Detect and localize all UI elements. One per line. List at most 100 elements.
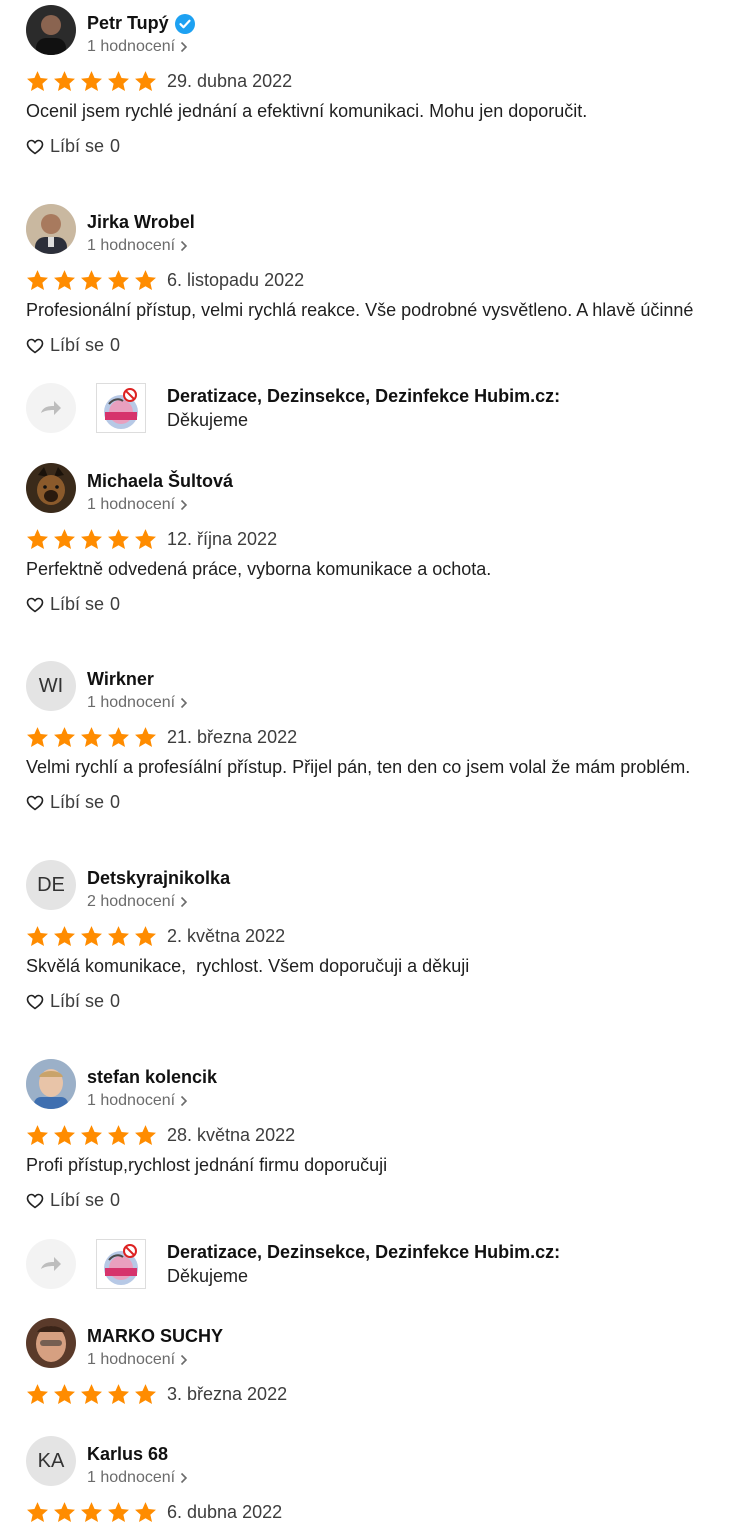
- heart-icon: [26, 338, 44, 353]
- avatar-initials[interactable]: WI: [26, 661, 76, 711]
- avatar[interactable]: [26, 5, 76, 55]
- review-date: 29. dubna 2022: [167, 70, 293, 91]
- reviewer-name[interactable]: Wirkner: [87, 669, 154, 690]
- review-count-text: 1 hodnocení: [87, 496, 176, 513]
- review-count-link[interactable]: 1 hodnocení: [87, 237, 188, 255]
- avatar-initials[interactable]: KA: [26, 1436, 76, 1486]
- avatar[interactable]: [26, 1059, 76, 1109]
- star-icon: [27, 925, 48, 946]
- avatar[interactable]: [26, 204, 76, 254]
- review-text: Profesionální přístup, velmi rychlá reak…: [26, 300, 694, 320]
- star-icon: [27, 70, 48, 91]
- like-label: Líbí se: [50, 594, 105, 614]
- like-button[interactable]: Líbí se 0: [26, 136, 120, 157]
- like-count: 0: [110, 1190, 121, 1210]
- star-icon: [81, 528, 102, 549]
- review-count-link[interactable]: 1 hodnocení: [87, 1351, 188, 1369]
- star-icon: [135, 1383, 156, 1404]
- like-button[interactable]: Líbí se 0: [26, 1190, 120, 1211]
- reviewer-name-text[interactable]: stefan kolencik: [87, 1067, 217, 1088]
- review-text: Profi přístup,rychlost jednání firmu dop…: [26, 1155, 388, 1175]
- like-button[interactable]: Líbí se 0: [26, 335, 120, 356]
- star-icon: [135, 269, 156, 290]
- star-icon: [27, 269, 48, 290]
- reviewer-name-text[interactable]: Karlus 68: [87, 1444, 168, 1465]
- review-text: Skvělá komunikace, rychlost. Všem doporu…: [26, 956, 470, 976]
- star-icon: [54, 528, 75, 549]
- reviewer-name[interactable]: MARKO SUCHY: [87, 1326, 223, 1347]
- avatar-initials-text: KA: [37, 1449, 65, 1472]
- star-icon: [135, 1124, 156, 1145]
- star-rating: [26, 70, 157, 93]
- review-text: Velmi rychlí a profesíální přístup. Přij…: [26, 757, 691, 777]
- rating: 6. dubna 2022: [26, 1498, 282, 1526]
- star-icon: [27, 1383, 48, 1404]
- review-count-text: 1 hodnocení: [87, 38, 176, 55]
- rating: 29. dubna 2022: [26, 67, 292, 95]
- reviewer-name-text[interactable]: Detskyrajnikolka: [87, 868, 230, 889]
- business-logo[interactable]: [96, 1239, 146, 1289]
- like-button[interactable]: Líbí se 0: [26, 991, 120, 1012]
- avatar[interactable]: [26, 1318, 76, 1368]
- star-icon: [81, 269, 102, 290]
- reviewer-name[interactable]: Jirka Wrobel: [87, 212, 195, 233]
- star-icon: [108, 1501, 129, 1522]
- review-date: 6. listopadu 2022: [167, 269, 305, 290]
- avatar-initials[interactable]: DE: [26, 860, 76, 910]
- reviewer-name[interactable]: Petr Tupý: [87, 13, 195, 34]
- star-icon: [54, 925, 75, 946]
- star-icon: [135, 925, 156, 946]
- reply-arrow-icon: [26, 383, 76, 433]
- review-date: 21. března 2022: [167, 726, 298, 747]
- review-count-link[interactable]: 1 hodnocení: [87, 1469, 188, 1487]
- star-icon: [81, 70, 102, 91]
- like-count: 0: [110, 792, 121, 812]
- reviewer-name-text[interactable]: Jirka Wrobel: [87, 212, 195, 233]
- review-text: Perfektně odvedená práce, vyborna komuni…: [26, 559, 492, 579]
- star-rating: [26, 925, 157, 948]
- chevron-right-icon: [180, 1354, 188, 1366]
- avatar[interactable]: [26, 463, 76, 513]
- reviewer-name-text[interactable]: Wirkner: [87, 669, 154, 690]
- review-text: Ocenil jsem rychlé jednání a efektivní k…: [26, 101, 588, 121]
- business-logo[interactable]: [96, 383, 146, 433]
- rating: 28. května 2022: [26, 1121, 295, 1149]
- rating: 6. listopadu 2022: [26, 266, 304, 294]
- star-icon: [81, 1124, 102, 1145]
- like-label: Líbí se: [50, 136, 105, 156]
- review-count-link[interactable]: 1 hodnocení: [87, 38, 188, 56]
- reply-owner-name: Deratizace, Dezinsekce, Dezinfekce Hubim…: [167, 386, 561, 406]
- reviewer-name[interactable]: Detskyrajnikolka: [87, 868, 230, 889]
- avatar-initials-text: WI: [38, 674, 64, 697]
- star-icon: [135, 70, 156, 91]
- reviewer-name-text[interactable]: Michaela Šultová: [87, 471, 233, 492]
- reviewer-name[interactable]: stefan kolencik: [87, 1067, 217, 1088]
- review-date: 2. května 2022: [167, 925, 286, 946]
- reply-arrow-icon: [26, 1239, 76, 1289]
- review-count-link[interactable]: 2 hodnocení: [87, 893, 188, 911]
- star-rating: [26, 726, 157, 749]
- review-count-link[interactable]: 1 hodnocení: [87, 694, 188, 712]
- review-count-link[interactable]: 1 hodnocení: [87, 496, 188, 514]
- rating: 12. října 2022: [26, 525, 277, 553]
- review-count-link[interactable]: 1 hodnocení: [87, 1092, 188, 1110]
- owner-reply: Deratizace, Dezinsekce, Dezinfekce Hubim…: [0, 382, 746, 434]
- reviewer-name-text[interactable]: MARKO SUCHY: [87, 1326, 223, 1347]
- review-count-text: 1 hodnocení: [87, 1092, 176, 1109]
- star-icon: [81, 1501, 102, 1522]
- chevron-right-icon: [180, 1095, 188, 1107]
- chevron-right-icon: [180, 240, 188, 252]
- star-icon: [54, 70, 75, 91]
- like-label: Líbí se: [50, 991, 105, 1011]
- reviewer-name[interactable]: Michaela Šultová: [87, 471, 233, 492]
- like-button[interactable]: Líbí se 0: [26, 792, 120, 813]
- heart-icon: [26, 994, 44, 1009]
- star-rating: [26, 1501, 157, 1524]
- like-button[interactable]: Líbí se 0: [26, 594, 120, 615]
- reviewer-name-text[interactable]: Petr Tupý: [87, 13, 169, 34]
- review-date: 6. dubna 2022: [167, 1501, 283, 1522]
- star-icon: [81, 925, 102, 946]
- chevron-right-icon: [180, 41, 188, 53]
- star-rating: [26, 1124, 157, 1147]
- reviewer-name[interactable]: Karlus 68: [87, 1444, 168, 1465]
